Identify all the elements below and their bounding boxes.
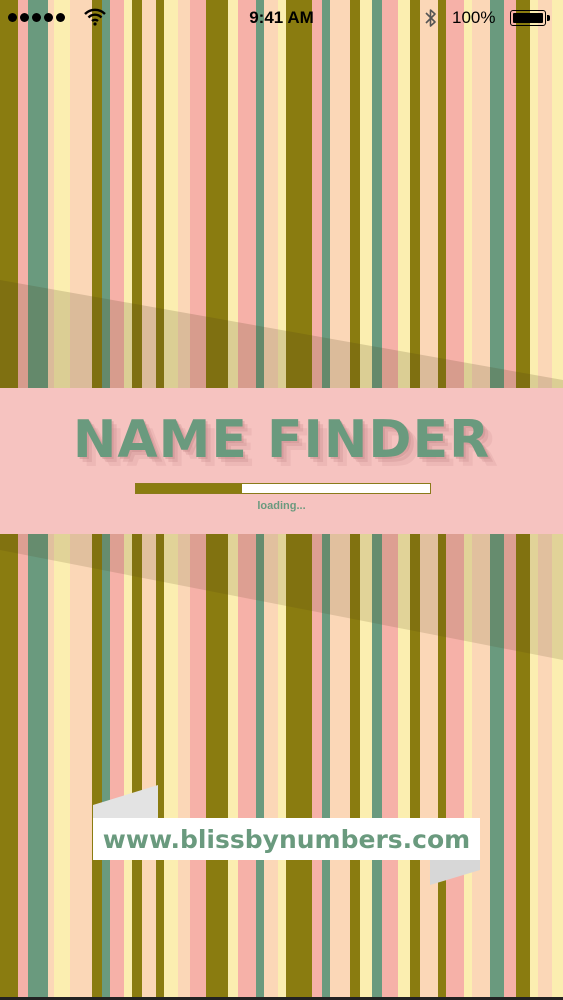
loading-label: loading... — [257, 500, 306, 512]
loading-progress-bar — [135, 483, 431, 494]
battery-icon — [510, 10, 550, 26]
status-bar: 9:41 AM 100% — [0, 0, 563, 36]
website-link[interactable]: www.blissbynumbers.com — [93, 818, 480, 860]
progress-fill — [136, 484, 242, 493]
website-url: www.blissbynumbers.com — [102, 824, 471, 854]
app-title: NAME FINDER — [72, 410, 491, 470]
bluetooth-icon — [425, 9, 436, 27]
battery-percent: 100% — [452, 8, 496, 27]
